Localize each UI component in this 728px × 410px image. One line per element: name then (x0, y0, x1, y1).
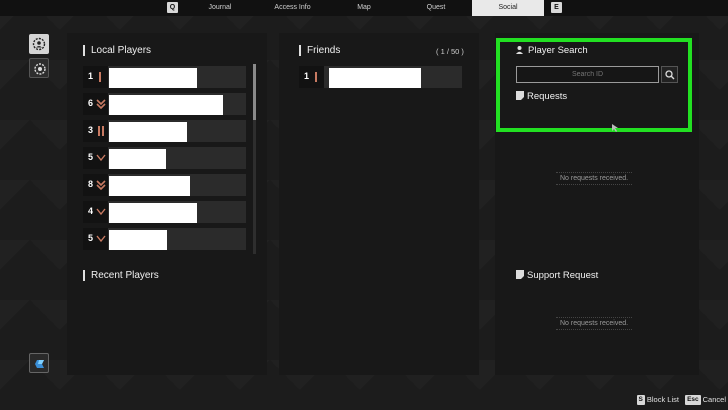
rank-bar-icon (315, 72, 317, 82)
search-id-input[interactable] (516, 66, 659, 83)
player-name-redacted (109, 149, 166, 169)
key-hint-prev: Q (167, 2, 178, 13)
scrollbar-thumb[interactable] (253, 64, 256, 120)
player-name-redacted (109, 230, 167, 250)
rank-chevron-icon (96, 99, 106, 110)
rank-badge: 1 (83, 66, 108, 88)
rank-wing-icon (96, 208, 106, 216)
note-icon (516, 91, 524, 100)
mouse-cursor-icon (612, 124, 618, 132)
person-search-icon (516, 46, 523, 54)
rank-badge: 1 (299, 66, 324, 88)
rank-bars-icon (98, 126, 104, 136)
requests-empty-message: No requests received. (556, 172, 633, 185)
tab-map[interactable]: Map (345, 0, 383, 16)
search-button[interactable] (661, 66, 678, 83)
local-players-title: Local Players (83, 45, 151, 56)
tab-journal[interactable]: Journal (196, 0, 244, 16)
support-request-title: Support Request (516, 270, 598, 281)
player-row[interactable]: 3 (83, 120, 246, 142)
rank-bar-icon (99, 72, 101, 82)
player-row[interactable]: 4 (83, 201, 246, 223)
player-row[interactable]: 5 (83, 228, 246, 250)
logo-icon (35, 360, 44, 368)
rank-badge: 3 (83, 120, 108, 142)
cancel-action[interactable]: Esc Cancel (685, 395, 726, 405)
rank-badge: 8 (83, 174, 108, 196)
player-row[interactable]: 1 (83, 66, 246, 88)
player-name-redacted (109, 95, 223, 115)
social-settings-button[interactable] (29, 34, 49, 54)
gear-person-icon (32, 37, 46, 51)
player-name-redacted (109, 176, 190, 196)
key-hint-next: E (551, 2, 562, 13)
bottom-action-bar: S Block List Esc Cancel (636, 395, 728, 407)
app-logo-button[interactable] (29, 353, 49, 373)
friend-row[interactable]: 1 (299, 66, 462, 88)
block-list-action[interactable]: S Block List (636, 395, 679, 405)
top-nav: Q Journal Access Info Map Quest Social E (0, 0, 728, 16)
friends-count: ( 1 / 50 ) (436, 47, 464, 56)
friends-title: Friends (299, 45, 340, 56)
friend-name-redacted (329, 68, 421, 88)
rank-wing-icon (96, 235, 106, 243)
requests-title: Requests (516, 91, 567, 102)
local-players-scrollbar[interactable] (253, 64, 256, 254)
rank-badge: 4 (83, 201, 108, 223)
player-name-redacted (109, 68, 197, 88)
search-icon (665, 70, 675, 80)
privacy-settings-button[interactable] (29, 58, 49, 78)
tab-access-info[interactable]: Access Info (265, 0, 320, 16)
player-search-title: Player Search (516, 45, 588, 56)
rank-chevron-icon (96, 180, 106, 191)
player-row[interactable]: 8 (83, 174, 246, 196)
gear-icon (34, 63, 46, 75)
tab-quest[interactable]: Quest (416, 0, 456, 16)
tab-social[interactable]: Social (472, 0, 544, 16)
recent-players-title: Recent Players (83, 270, 159, 281)
rank-badge: 6 (83, 93, 108, 115)
rank-wing-icon (96, 154, 106, 162)
player-name-redacted (109, 203, 197, 223)
player-row[interactable]: 6 (83, 93, 246, 115)
support-empty-message: No requests received. (556, 317, 633, 330)
player-row[interactable]: 5 (83, 147, 246, 169)
player-name-redacted (109, 122, 187, 142)
rank-badge: 5 (83, 147, 108, 169)
rank-badge: 5 (83, 228, 108, 250)
note-icon (516, 270, 524, 279)
